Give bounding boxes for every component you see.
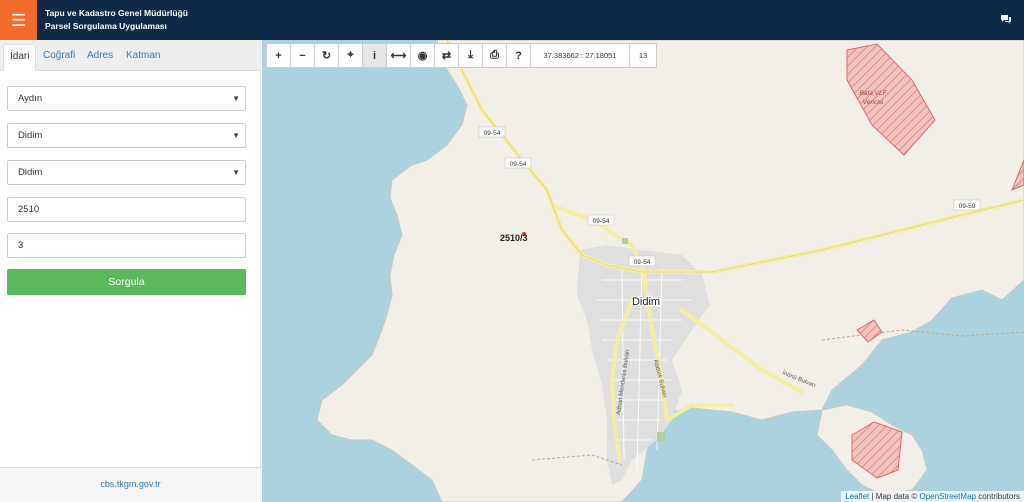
svg-text:09-54: 09-54: [634, 259, 651, 266]
map-attribution: Leaflet | Map data © OpenStreetMap contr…: [841, 491, 1024, 502]
town-label: Didim: [632, 296, 660, 308]
view-button[interactable]: ◉: [410, 43, 435, 68]
tab-bar: İdari Coğrafi Adres Katman: [0, 40, 261, 71]
tab-idari[interactable]: İdari: [3, 44, 37, 71]
tab-katman[interactable]: Katman: [120, 44, 166, 71]
parsel-input[interactable]: 3: [7, 233, 246, 258]
header: ☰ Tapu ve Kadastro Genel Müdürlüğü Parse…: [0, 0, 1024, 40]
hamburger-icon: ☰: [10, 10, 27, 30]
help-button[interactable]: ?: [506, 43, 531, 68]
road-shield: 09-54: [504, 157, 532, 169]
chevron-down-icon: ▼: [232, 94, 240, 103]
crosshairs-icon: ⌖: [347, 49, 354, 61]
app-root: ☰ Tapu ve Kadastro Genel Müdürlüğü Parse…: [0, 0, 1024, 502]
road-shield: 09-54: [478, 126, 506, 138]
svg-text:09-54: 09-54: [593, 218, 610, 225]
zoom-level: 13: [629, 43, 657, 68]
svg-text:09-54: 09-54: [484, 130, 501, 137]
minus-icon: −: [299, 49, 306, 62]
refresh-button[interactable]: ↻: [314, 43, 339, 68]
menu-button[interactable]: ☰: [0, 0, 37, 40]
zoom-out-button[interactable]: −: [290, 43, 315, 68]
map-view[interactable]: 09-54 09-54 09-54 09-54 09-59 Didim Bafa…: [262, 40, 1024, 502]
osm-link[interactable]: OpenStreetMap: [919, 492, 975, 501]
vericisi-label: Vericisi: [863, 99, 884, 106]
map-canvas: 09-54 09-54 09-54 09-54 09-59 Didim Bafa…: [316, 40, 1024, 502]
print-icon: ⎙: [490, 49, 499, 61]
coordinate-readout: 37.383662 : 27.18051: [530, 43, 630, 68]
attribution-text: | Map data ©: [869, 492, 920, 501]
shuffle-button[interactable]: ⇄: [434, 43, 459, 68]
il-value: Aydın: [18, 93, 43, 104]
ilce-select[interactable]: Didim ▼: [7, 123, 246, 148]
locate-button[interactable]: ⌖: [338, 43, 363, 68]
footer-link[interactable]: cbs.tkgm.gov.tr: [0, 467, 261, 502]
bafa-label: Bafa VLF: [859, 90, 887, 97]
measure-button[interactable]: ⟷: [386, 43, 411, 68]
title-line-1: Tapu ve Kadastro Genel Müdürlüğü: [45, 8, 188, 18]
sorgula-button[interactable]: Sorgula: [7, 269, 246, 295]
info-button[interactable]: i: [362, 43, 387, 68]
refresh-icon: ↻: [321, 50, 332, 62]
sidebar: İdari Coğrafi Adres Katman Aydın ▼ Didim…: [0, 40, 261, 502]
ilce-value: Didim: [18, 130, 43, 141]
mahalle-select[interactable]: Didim ▼: [7, 160, 246, 185]
chevron-down-icon: ▼: [232, 168, 240, 177]
download-icon: ⤓: [468, 49, 473, 61]
svg-text:09-59: 09-59: [959, 203, 976, 210]
title-line-2: Parsel Sorgulama Uygulaması: [45, 21, 167, 31]
download-button[interactable]: ⤓: [458, 43, 483, 68]
tab-adres[interactable]: Adres: [81, 44, 119, 71]
random-icon: ⇄: [441, 50, 452, 62]
question-icon: ?: [515, 49, 522, 62]
road-shield: 09-59: [953, 199, 981, 211]
app-title: Tapu ve Kadastro Genel Müdürlüğü Parsel …: [45, 7, 188, 33]
parcel-label: 2510/3: [500, 233, 528, 243]
ada-input[interactable]: 2510: [7, 197, 246, 222]
comments-icon[interactable]: [1000, 14, 1012, 24]
arrows-h-icon: ⟷: [390, 50, 407, 62]
info-icon: i: [372, 49, 377, 62]
leaflet-link[interactable]: Leaflet: [845, 492, 869, 501]
eye-icon: ◉: [417, 50, 428, 62]
il-select[interactable]: Aydın ▼: [7, 86, 246, 111]
ada-value: 2510: [18, 204, 40, 215]
road-shield: 09-54: [587, 214, 615, 226]
print-button[interactable]: ⎙: [482, 43, 507, 68]
parsel-value: 3: [18, 240, 24, 251]
chevron-down-icon: ▼: [232, 131, 240, 140]
park: [622, 238, 628, 244]
map-toolbar: + − ↻ ⌖ i ⟷ ◉ ⇄ ⤓ ⎙ ? 37.383662 : 27.180…: [266, 43, 657, 68]
plus-icon: +: [275, 49, 282, 62]
attribution-contrib: contributors: [975, 492, 1020, 501]
zoom-in-button[interactable]: +: [266, 43, 291, 68]
mahalle-value: Didim: [18, 167, 43, 178]
park: [657, 432, 665, 442]
svg-text:09-54: 09-54: [510, 161, 527, 168]
road-shield: 09-54: [628, 255, 656, 267]
tab-cografi[interactable]: Coğrafi: [37, 44, 81, 71]
